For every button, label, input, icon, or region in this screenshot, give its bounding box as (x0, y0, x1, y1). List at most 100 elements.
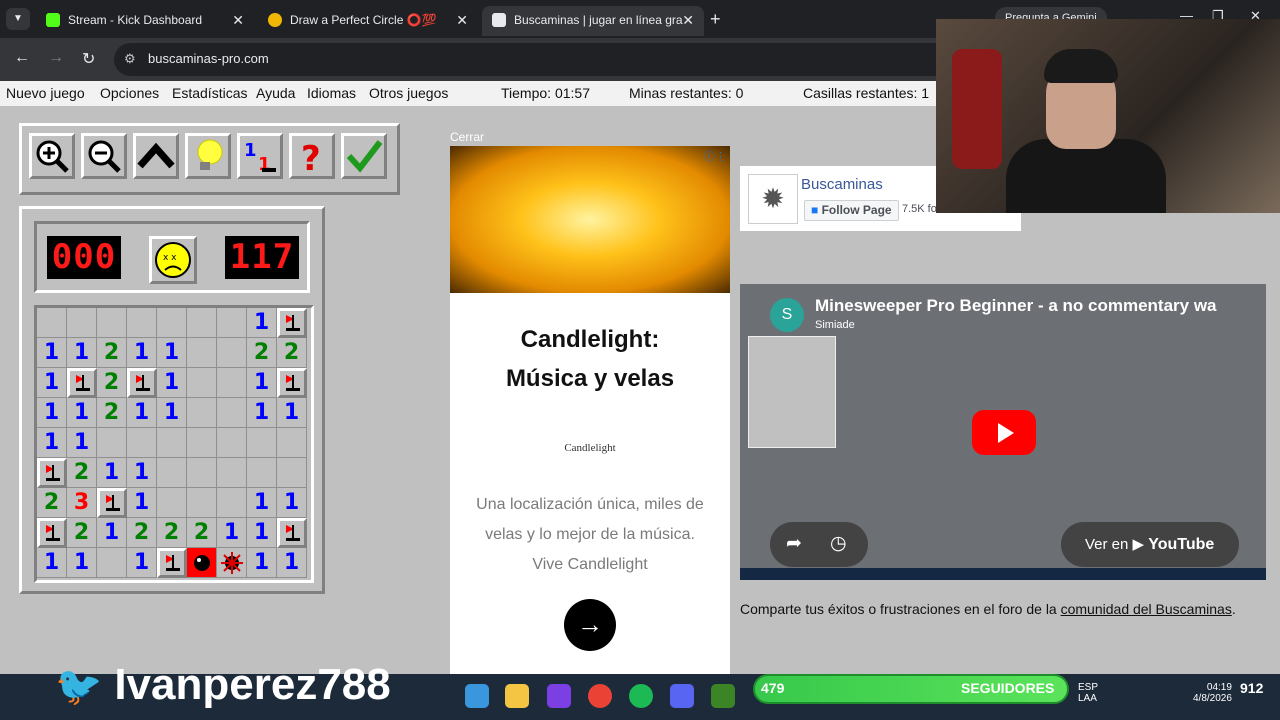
new-tab-plus-icon[interactable]: + (710, 6, 721, 32)
close-tab-icon[interactable]: ✕ (232, 6, 244, 34)
system-clock[interactable]: 04:19 4/8/2026 (1193, 682, 1232, 704)
number-cell[interactable]: 2 (277, 338, 307, 368)
empty-cell[interactable] (187, 368, 217, 398)
number-cell[interactable]: 2 (247, 338, 277, 368)
number-cell[interactable]: 1 (127, 398, 157, 428)
menu-help[interactable]: Ayuda (256, 85, 295, 101)
channel-avatar[interactable]: S (770, 298, 804, 332)
reload-icon[interactable]: ↻ (82, 49, 95, 69)
empty-cell[interactable] (277, 428, 307, 458)
empty-cell[interactable] (127, 428, 157, 458)
menu-other-games[interactable]: Otros juegos (369, 85, 448, 101)
empty-cell[interactable] (157, 308, 187, 338)
flag-numbers-button[interactable]: 11 (237, 133, 283, 179)
number-cell[interactable]: 2 (67, 458, 97, 488)
tab-kick-dashboard[interactable]: Stream - Kick Dashboard ✕ (36, 6, 254, 36)
tab-search-chevron-icon[interactable]: ▼ (6, 8, 30, 30)
video-channel[interactable]: Simiade (815, 319, 855, 331)
empty-cell[interactable] (217, 398, 247, 428)
forward-arrow-icon[interactable]: → (48, 49, 64, 67)
menu-statistics[interactable]: Estadísticas (172, 85, 247, 101)
number-cell[interactable]: 1 (97, 518, 127, 548)
mine-logo-icon[interactable]: ✹ (748, 174, 798, 224)
menu-languages[interactable]: Idiomas (307, 85, 356, 101)
empty-cell[interactable] (97, 428, 127, 458)
number-cell[interactable]: 1 (277, 548, 307, 578)
flagged-cell[interactable] (157, 548, 187, 578)
empty-cell[interactable] (187, 458, 217, 488)
number-cell[interactable]: 2 (97, 368, 127, 398)
number-cell[interactable]: 1 (67, 338, 97, 368)
share-icon[interactable]: ➦ (786, 532, 802, 555)
flagged-cell[interactable] (67, 368, 97, 398)
number-cell[interactable]: 2 (127, 518, 157, 548)
number-cell[interactable]: 3 (67, 488, 97, 518)
empty-cell[interactable] (67, 308, 97, 338)
windows-start-icon[interactable] (465, 684, 489, 708)
empty-cell[interactable] (187, 428, 217, 458)
number-cell[interactable]: 1 (247, 518, 277, 548)
empty-cell[interactable] (157, 458, 187, 488)
tab-buscaminas[interactable]: Buscaminas | jugar en línea gra ✕ (482, 6, 704, 36)
number-cell[interactable]: 1 (37, 548, 67, 578)
menu-new-game[interactable]: Nuevo juego (6, 85, 85, 101)
advertisement[interactable]: ⓘ⋮ Candlelight: Música y velas Candlelig… (450, 146, 730, 674)
empty-cell[interactable] (217, 458, 247, 488)
empty-cell[interactable] (217, 308, 247, 338)
watch-later-icon[interactable]: ◷ (830, 532, 847, 555)
video-title[interactable]: Minesweeper Pro Beginner - a no commenta… (815, 296, 1217, 316)
number-cell[interactable]: 1 (67, 398, 97, 428)
number-cell[interactable]: 1 (217, 518, 247, 548)
community-link[interactable]: comunidad del Buscaminas (1061, 601, 1232, 617)
fb-page-name[interactable]: Buscaminas (801, 176, 883, 193)
play-button-icon[interactable] (972, 410, 1036, 455)
help-button[interactable]: ? (289, 133, 335, 179)
zoom-in-button[interactable] (29, 133, 75, 179)
number-cell[interactable]: 1 (67, 428, 97, 458)
close-ad-link[interactable]: Cerrar (450, 130, 484, 144)
flagged-cell[interactable] (277, 368, 307, 398)
empty-cell[interactable] (127, 308, 157, 338)
empty-cell[interactable] (187, 398, 217, 428)
minecraft-icon[interactable] (711, 684, 735, 708)
empty-cell[interactable] (277, 458, 307, 488)
number-cell[interactable]: 1 (157, 398, 187, 428)
number-cell[interactable]: 2 (67, 518, 97, 548)
collapse-button[interactable] (133, 133, 179, 179)
number-cell[interactable]: 1 (247, 488, 277, 518)
flagged-cell[interactable] (37, 458, 67, 488)
ad-arrow-button[interactable]: → (564, 599, 616, 651)
flagged-cell[interactable] (277, 308, 307, 338)
number-cell[interactable]: 2 (187, 518, 217, 548)
number-cell[interactable]: 2 (97, 338, 127, 368)
flagged-cell[interactable] (37, 518, 67, 548)
empty-cell[interactable] (217, 368, 247, 398)
empty-cell[interactable] (187, 488, 217, 518)
empty-cell[interactable] (157, 428, 187, 458)
number-cell[interactable]: 1 (67, 548, 97, 578)
number-cell[interactable]: 1 (127, 488, 157, 518)
empty-cell[interactable] (187, 308, 217, 338)
number-cell[interactable]: 2 (97, 398, 127, 428)
empty-cell[interactable] (217, 338, 247, 368)
zoom-out-button[interactable] (81, 133, 127, 179)
app-icon[interactable] (547, 684, 571, 708)
flagged-cell[interactable] (97, 488, 127, 518)
youtube-embed[interactable]: S Minesweeper Pro Beginner - a no commen… (740, 284, 1266, 580)
empty-cell[interactable] (247, 428, 277, 458)
empty-cell[interactable] (97, 308, 127, 338)
file-explorer-icon[interactable] (505, 684, 529, 708)
empty-cell[interactable] (217, 428, 247, 458)
number-cell[interactable]: 1 (247, 398, 277, 428)
empty-cell[interactable] (187, 338, 217, 368)
number-cell[interactable]: 2 (157, 518, 187, 548)
tab-perfect-circle[interactable]: Draw a Perfect Circle ⭕💯 ✕ (258, 6, 478, 36)
number-cell[interactable]: 1 (37, 338, 67, 368)
number-cell[interactable]: 1 (37, 368, 67, 398)
exploded-mine-cell[interactable] (187, 548, 217, 578)
number-cell[interactable]: 1 (247, 548, 277, 578)
number-cell[interactable]: 1 (127, 338, 157, 368)
empty-cell[interactable] (247, 458, 277, 488)
empty-cell[interactable] (217, 488, 247, 518)
number-cell[interactable]: 1 (247, 368, 277, 398)
